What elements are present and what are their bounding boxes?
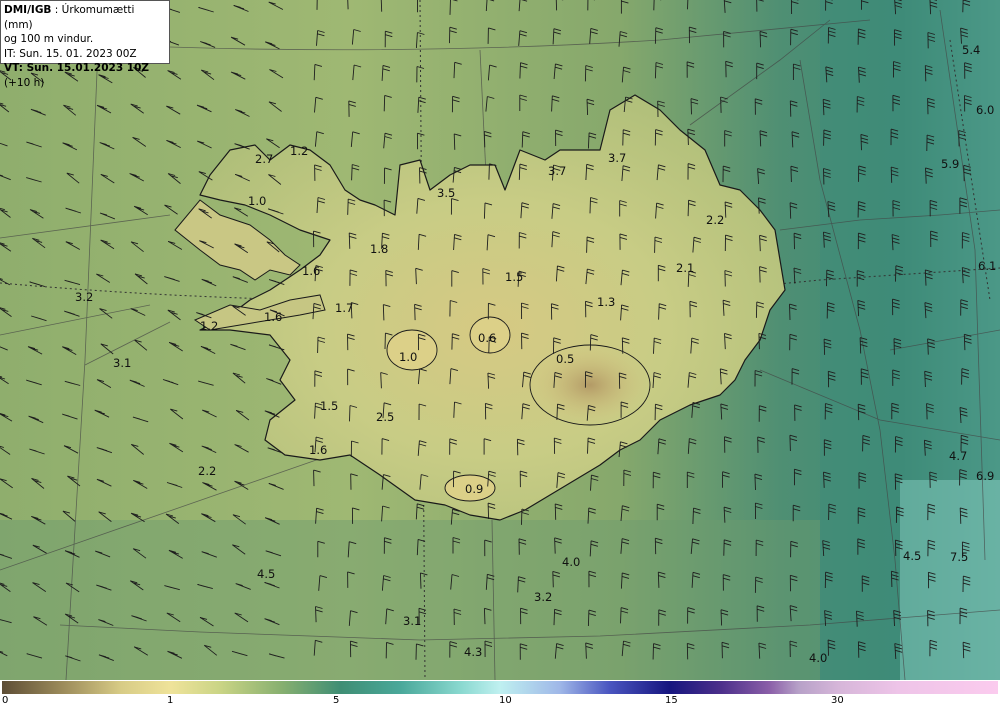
wet-sea-south [0,520,820,680]
subtitle-line: og 100 m vindur. [4,33,94,45]
source-label: DMI/IGB [4,4,52,16]
value-label: 3.2 [75,290,93,304]
value-label: 1.6 [302,264,320,278]
init-time: IT: Sun. 15. 01. 2023 00Z [4,47,137,60]
value-label: 0.5 [556,352,574,366]
lead-time: (+10 h) [4,76,45,89]
value-label: 1.2 [290,144,308,158]
value-label: 1.5 [505,270,523,284]
value-label: 6.1 [978,259,996,273]
value-label: 1.0 [248,194,266,208]
value-label: 3.7 [548,164,566,178]
legend-tick: 5 [333,695,340,706]
value-label: 2.7 [255,152,273,166]
value-label: 1.3 [597,295,615,309]
vatnajokull-glacier [529,344,651,426]
value-label: 4.5 [903,549,921,563]
valid-time: VT: Sun. 15.01.2023 10Z [4,62,150,74]
value-label: 2.5 [376,410,394,424]
value-label: 4.7 [949,449,967,463]
value-label: 3.5 [437,186,455,200]
value-label: 7.5 [950,550,968,564]
info-box: DMI/IGB : Úrkomumætti (mm) og 100 m vind… [0,0,170,89]
value-label: 4.0 [562,555,580,569]
value-label: 4.5 [257,567,275,581]
value-label: 1.2 [200,319,218,333]
value-label: 0.9 [465,482,483,496]
map-viewer: 5.4 6.0 5.9 6.1 3.7 3.7 3.5 2.2 2.1 1.5 … [0,0,1000,709]
legend-tick: 15 [665,695,678,706]
wet-sea-southeast [900,480,1000,680]
value-label: 2.2 [706,213,724,227]
value-label: 3.1 [403,614,421,628]
value-label: 1.6 [264,310,282,324]
legend-tick: 0 [2,695,9,706]
value-label: 4.0 [809,651,827,665]
value-label: 1.0 [399,350,417,364]
value-label: 2.2 [198,464,216,478]
info-title-line: DMI/IGB : Úrkomumætti (mm) [4,3,166,32]
legend-tick: 1 [167,695,174,706]
value-label: 1.7 [335,301,353,315]
value-label: 1.6 [309,443,327,457]
precipitation-map: 5.4 6.0 5.9 6.1 3.7 3.7 3.5 2.2 2.1 1.5 … [0,0,1000,680]
value-label: 0.6 [478,331,496,345]
value-label: 5.4 [962,43,980,57]
legend-tick: 30 [831,695,844,706]
value-label: 1.8 [370,242,388,256]
value-label: 3.1 [113,356,131,370]
color-legend: 0 1 5 10 15 30 [0,680,1000,709]
value-label: 6.9 [976,469,994,483]
value-label: 6.0 [976,103,994,117]
value-label: 4.3 [464,645,482,659]
value-label: 2.1 [676,261,694,275]
value-label: 1.5 [320,399,338,413]
legend-tick: 10 [499,695,512,706]
value-label: 3.7 [608,151,626,165]
value-label: 5.9 [941,157,959,171]
valid-time-line: VT: Sun. 15.01.2023 10Z (+10 h) [4,61,166,90]
legend-colorbar [2,681,998,694]
value-label: 3.2 [534,590,552,604]
